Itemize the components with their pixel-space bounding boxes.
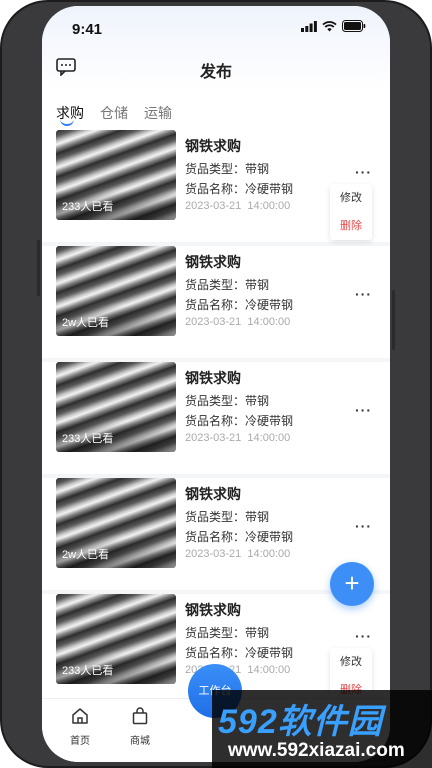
product-image: 233人已看 [56,594,176,684]
category-tabs: 求购 仓储 运输 [42,92,390,130]
view-count: 2w人已看 [62,317,110,329]
more-icon[interactable]: ··· [355,628,372,644]
action-popup: 修改 删除 [330,184,372,240]
product-image: 2w人已看 [56,478,176,568]
product-image: 233人已看 [56,130,176,220]
power-button [392,290,395,350]
page-header: 发布 [42,46,390,92]
item-name: 货品名称：冷硬带钢 [185,414,294,428]
item-type: 货品类型：带钢 [185,394,270,408]
tab-storage[interactable]: 仓储 [100,103,128,123]
view-count: 233人已看 [62,665,114,677]
status-icons [301,20,366,32]
item-name: 货品名称：冷硬带钢 [185,530,294,544]
item-title: 钢铁求购 [185,138,241,154]
tabbar-mall-label: 商城 [130,736,150,747]
item-title: 钢铁求购 [185,486,241,502]
item-date: 2023-03-21 14:00:00 [185,432,291,444]
tabbar-mall[interactable]: 商城 [120,707,160,747]
tab-transport[interactable]: 运输 [144,103,172,123]
tabbar-home-label: 首页 [70,736,90,747]
edit-button[interactable]: 修改 [330,184,372,212]
view-count: 233人已看 [62,201,114,213]
edit-button[interactable]: 修改 [330,648,372,676]
more-icon[interactable]: ··· [355,402,372,418]
product-image: 2w人已看 [56,246,176,336]
battery-icon [342,20,366,32]
item-date: 2023-03-21 14:00:00 [185,200,291,212]
tabbar-home[interactable]: 首页 [60,707,100,747]
volume-button [37,240,40,296]
item-type: 货品类型：带钢 [185,510,270,524]
wifi-icon [322,20,337,31]
signal-icon [301,20,317,32]
list-item[interactable]: 2w人已看 钢铁求购 货品类型：带钢 货品名称：冷硬带钢 2023-03-21 … [42,246,390,358]
watermark-brand: 592软件园 [218,703,383,741]
status-bar: 9:41 [42,6,390,46]
home-icon [72,708,88,724]
add-post-button[interactable]: + [330,562,374,606]
shopping-bag-icon [132,707,148,725]
app-screen: 9:41 发布 求购 仓储 运输 233人已看 钢铁求购 货品类型：带钢 货品名… [42,6,390,762]
item-type: 货品类型：带钢 [185,278,270,292]
post-list: 233人已看 钢铁求购 货品类型：带钢 货品名称：冷硬带钢 2023-03-21… [42,130,390,706]
item-title: 钢铁求购 [185,602,241,618]
item-type: 货品类型：带钢 [185,626,270,640]
status-time: 9:41 [72,21,103,38]
more-icon[interactable]: ··· [355,164,372,180]
item-name: 货品名称：冷硬带钢 [185,646,294,660]
delete-button[interactable]: 删除 [330,212,372,240]
item-name: 货品名称：冷硬带钢 [185,298,294,312]
list-item[interactable]: 233人已看 钢铁求购 货品类型：带钢 货品名称：冷硬带钢 2023-03-21… [42,362,390,474]
watermark-url: www.592xiazai.com [228,740,405,761]
more-icon[interactable]: ··· [355,518,372,534]
view-count: 233人已看 [62,433,114,445]
item-date: 2023-03-21 14:00:00 [185,548,291,560]
item-name: 货品名称：冷硬带钢 [185,182,294,196]
view-count: 2w人已看 [62,549,110,561]
product-image: 233人已看 [56,362,176,452]
more-icon[interactable]: ··· [355,286,372,302]
item-date: 2023-03-21 14:00:00 [185,316,291,328]
page-title: 发布 [199,64,232,81]
item-type: 货品类型：带钢 [185,162,270,176]
item-title: 钢铁求购 [185,254,241,270]
item-title: 钢铁求购 [185,370,241,386]
active-tab-indicator [60,118,74,126]
